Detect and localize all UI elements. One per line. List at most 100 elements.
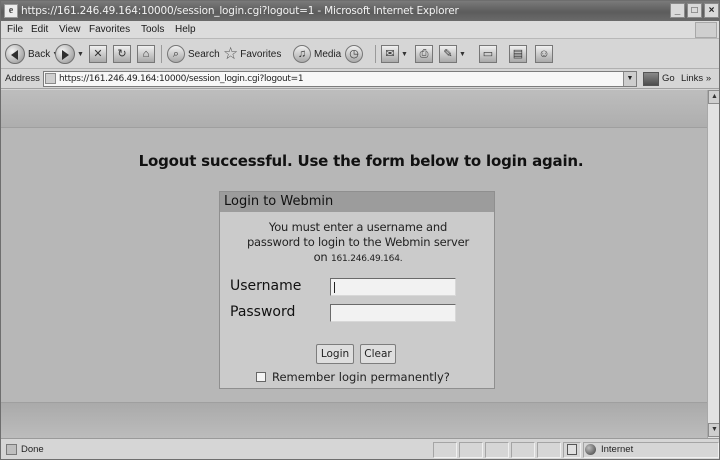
go-arrow-icon bbox=[643, 72, 659, 86]
instruction-line-3: on 161.246.49.164. bbox=[220, 250, 496, 267]
back-arrow-icon bbox=[5, 44, 25, 64]
favorites-button[interactable]: ☆ Favorites bbox=[223, 43, 281, 65]
back-button[interactable]: Back ▼ bbox=[5, 43, 59, 65]
go-button[interactable]: Go bbox=[643, 71, 675, 87]
address-dropdown-button[interactable]: ▼ bbox=[623, 72, 636, 86]
remember-checkbox[interactable] bbox=[256, 372, 266, 382]
menu-view[interactable]: View bbox=[59, 21, 81, 39]
clear-button[interactable]: Clear bbox=[360, 344, 396, 364]
refresh-button[interactable]: ↻ bbox=[113, 43, 131, 65]
windows-logo-icon bbox=[695, 22, 717, 38]
research-icon: ▤ bbox=[509, 45, 527, 63]
page-footer-band bbox=[1, 402, 707, 438]
home-icon: ⌂ bbox=[137, 45, 155, 63]
menu-file[interactable]: File bbox=[7, 21, 23, 39]
go-label: Go bbox=[662, 73, 675, 84]
globe-icon bbox=[585, 444, 596, 455]
password-input[interactable] bbox=[330, 304, 456, 322]
username-label: Username bbox=[230, 278, 302, 294]
menu-help[interactable]: Help bbox=[175, 21, 196, 39]
remember-label: Remember login permanently? bbox=[272, 370, 450, 384]
login-button[interactable]: Login bbox=[316, 344, 354, 364]
discuss-button[interactable]: ▭ bbox=[479, 43, 497, 65]
menu-bar: File Edit View Favorites Tools Help bbox=[1, 21, 719, 39]
status-cell bbox=[459, 442, 483, 458]
toolbar-divider bbox=[375, 45, 376, 63]
address-input[interactable]: https://161.246.49.164:10000/session_log… bbox=[43, 71, 637, 87]
discuss-icon: ▭ bbox=[479, 45, 497, 63]
print-button[interactable]: ⎙ bbox=[415, 43, 433, 65]
back-label: Back bbox=[28, 48, 51, 60]
server-ip: 161.246.49.164. bbox=[330, 254, 403, 264]
login-box-title: Login to Webmin bbox=[220, 192, 494, 212]
messenger-icon: ☺ bbox=[535, 45, 553, 63]
maximize-button[interactable]: □ bbox=[687, 3, 702, 18]
status-cell bbox=[511, 442, 535, 458]
menu-favorites[interactable]: Favorites bbox=[89, 21, 130, 39]
links-button[interactable]: Links » bbox=[681, 72, 711, 86]
edit-icon: ✎ bbox=[439, 45, 457, 63]
status-cell bbox=[485, 442, 509, 458]
password-label: Password bbox=[230, 304, 296, 320]
chevron-down-icon: ▼ bbox=[401, 50, 408, 58]
zone-text: Internet bbox=[601, 444, 634, 455]
logout-message: Logout successful. Use the form below to… bbox=[138, 152, 584, 170]
address-bar: Address https://161.246.49.164:10000/ses… bbox=[1, 69, 719, 89]
page-header-band bbox=[1, 90, 707, 128]
title-bar: e https://161.246.49.164:10000/session_l… bbox=[1, 1, 719, 21]
address-label: Address bbox=[5, 73, 40, 84]
ie-logo-icon: e bbox=[4, 4, 18, 18]
login-instructions: You must enter a username and password t… bbox=[220, 220, 496, 267]
status-cell bbox=[537, 442, 561, 458]
forward-arrow-icon bbox=[55, 44, 75, 64]
mail-button[interactable]: ✉ ▼ bbox=[381, 43, 408, 65]
media-icon: ♫ bbox=[293, 45, 311, 63]
vertical-scrollbar[interactable]: ▲ ▼ bbox=[707, 90, 719, 438]
mail-icon: ✉ bbox=[381, 45, 399, 63]
scroll-down-button[interactable]: ▼ bbox=[708, 423, 719, 437]
status-cell bbox=[433, 442, 457, 458]
login-form: Login to Webmin You must enter a usernam… bbox=[219, 191, 495, 389]
print-icon: ⎙ bbox=[415, 45, 433, 63]
text-caret bbox=[334, 282, 335, 293]
search-button[interactable]: ⌕ Search bbox=[167, 43, 220, 65]
status-text: Done bbox=[21, 444, 44, 455]
toolbar-divider bbox=[161, 45, 162, 63]
menu-edit[interactable]: Edit bbox=[31, 21, 48, 39]
close-button[interactable]: × bbox=[704, 3, 719, 18]
minimize-button[interactable]: _ bbox=[670, 3, 685, 18]
refresh-icon: ↻ bbox=[113, 45, 131, 63]
stop-button[interactable]: ✕ bbox=[89, 43, 107, 65]
home-button[interactable]: ⌂ bbox=[137, 43, 155, 65]
toolbar: Back ▼ ▼ ✕ ↻ ⌂ ⌕ Search ☆ Favorites ♫ Me… bbox=[1, 39, 719, 69]
browser-window: e https://161.246.49.164:10000/session_l… bbox=[0, 0, 720, 460]
media-label: Media bbox=[314, 48, 342, 60]
instruction-line-1: You must enter a username and bbox=[268, 220, 448, 234]
padlock-icon[interactable] bbox=[567, 444, 577, 455]
messenger-button[interactable]: ☺ bbox=[535, 43, 553, 65]
instruction-line-2: password to login to the Webmin server bbox=[246, 235, 470, 249]
research-button[interactable]: ▤ bbox=[509, 43, 527, 65]
window-title: https://161.246.49.164:10000/session_log… bbox=[21, 5, 459, 17]
history-button[interactable]: ◷ bbox=[345, 43, 363, 65]
page-content: Logout successful. Use the form below to… bbox=[1, 90, 707, 438]
stop-icon: ✕ bbox=[89, 45, 107, 63]
chevron-down-icon: ▼ bbox=[77, 50, 84, 58]
username-input[interactable] bbox=[330, 278, 456, 296]
search-icon: ⌕ bbox=[167, 45, 185, 63]
scroll-up-button[interactable]: ▲ bbox=[708, 90, 719, 104]
remember-login[interactable]: Remember login permanently? bbox=[256, 370, 450, 384]
favorites-label: Favorites bbox=[240, 48, 282, 60]
star-icon: ☆ bbox=[223, 44, 239, 63]
forward-button[interactable]: ▼ bbox=[55, 43, 84, 65]
instruction-prefix: on bbox=[313, 250, 331, 264]
page-icon bbox=[45, 73, 56, 84]
media-button[interactable]: ♫ Media bbox=[293, 43, 341, 65]
status-bar: Done Internet bbox=[1, 438, 719, 459]
history-icon: ◷ bbox=[345, 45, 363, 63]
page-done-icon bbox=[6, 444, 17, 455]
menu-tools[interactable]: Tools bbox=[141, 21, 164, 39]
chevron-down-icon: ▼ bbox=[459, 50, 466, 58]
edit-button[interactable]: ✎ ▼ bbox=[439, 43, 466, 65]
search-label: Search bbox=[188, 48, 220, 60]
